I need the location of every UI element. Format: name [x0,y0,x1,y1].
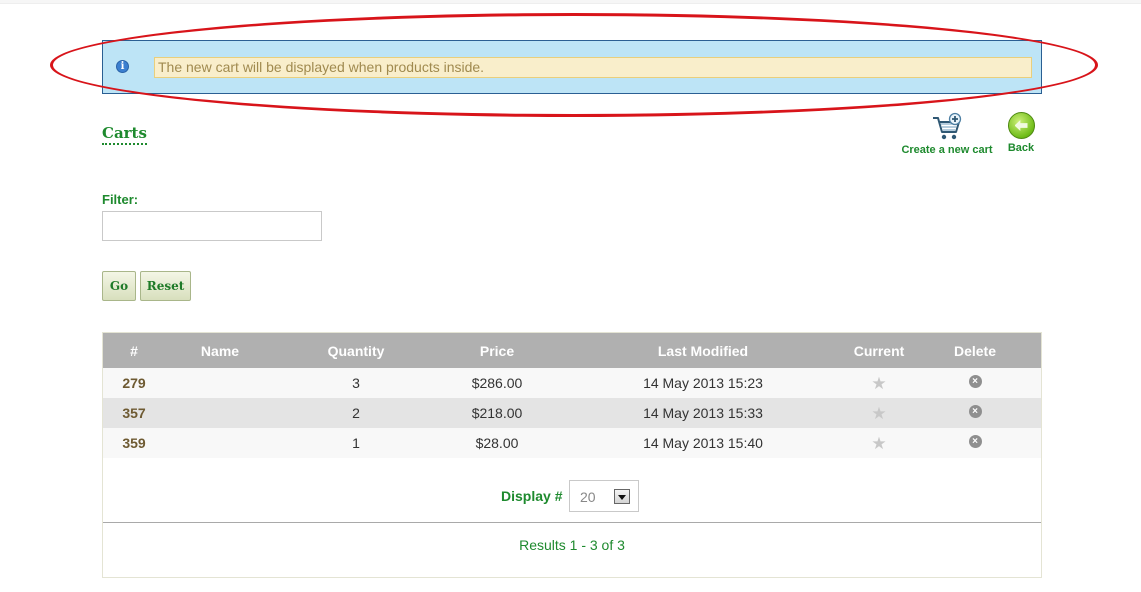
column-header-last-modified[interactable]: Last Modified [557,333,849,368]
table-row[interactable]: 279 3 $286.00 14 May 2013 15:23 ★ × [103,368,1041,398]
delete-cell: × [909,428,1041,458]
chevron-down-icon[interactable] [614,489,630,504]
cart-last-modified: 14 May 2013 15:40 [557,428,849,458]
column-header-delete: Delete [909,333,1041,368]
filter-input[interactable] [102,211,322,241]
cart-quantity: 1 [275,428,437,458]
delete-cell: × [909,368,1041,398]
column-header-id[interactable]: # [103,333,165,368]
delete-cell: × [909,398,1041,428]
reset-button[interactable]: Reset [140,271,191,301]
table-row[interactable]: 357 2 $218.00 14 May 2013 15:33 ★ × [103,398,1041,428]
carts-table-panel: # Name Quantity Price Last Modified Curr… [102,332,1042,578]
cart-quantity: 3 [275,368,437,398]
create-cart-label: Create a new cart [901,144,993,156]
display-count-select[interactable]: 20 [569,480,639,512]
cart-name [165,368,275,398]
display-count-value: 20 [580,489,596,505]
cart-last-modified: 14 May 2013 15:23 [557,368,849,398]
set-current-cell: ★ [849,368,909,398]
delete-icon[interactable]: × [968,374,982,388]
column-header-name[interactable]: Name [165,333,275,368]
cart-price: $286.00 [437,368,557,398]
cart-quantity: 2 [275,398,437,428]
info-message-text: The new cart will be displayed when prod… [154,57,1032,78]
cart-id[interactable]: 357 [103,398,165,428]
cart-name [165,398,275,428]
star-icon[interactable]: ★ [871,434,886,453]
star-icon[interactable]: ★ [871,404,886,423]
display-count-label: Display # [501,488,563,504]
info-message-bar: i The new cart will be displayed when pr… [102,40,1042,94]
column-header-current: Current [849,333,909,368]
cart-last-modified: 14 May 2013 15:33 [557,398,849,428]
carts-table: # Name Quantity Price Last Modified Curr… [103,333,1041,458]
table-row[interactable]: 359 1 $28.00 14 May 2013 15:40 ★ × [103,428,1041,458]
cart-price: $28.00 [437,428,557,458]
info-icon: i [116,60,129,73]
column-header-quantity[interactable]: Quantity [275,333,437,368]
back-button[interactable]: Back [1004,112,1038,154]
page-title: Carts [102,124,147,145]
results-count: Results 1 - 3 of 3 [519,537,625,553]
cart-name [165,428,275,458]
cart-id[interactable]: 359 [103,428,165,458]
star-icon[interactable]: ★ [871,374,886,393]
delete-icon[interactable]: × [968,404,982,418]
column-header-price[interactable]: Price [437,333,557,368]
back-label: Back [1007,142,1035,154]
go-button[interactable]: Go [102,271,136,301]
cart-price: $218.00 [437,398,557,428]
back-arrow-icon [1007,112,1035,139]
set-current-cell: ★ [849,398,909,428]
set-current-cell: ★ [849,428,909,458]
table-header-row: # Name Quantity Price Last Modified Curr… [103,333,1041,368]
top-strip [0,0,1141,4]
delete-icon[interactable]: × [968,434,982,448]
cart-id[interactable]: 279 [103,368,165,398]
create-cart-button[interactable]: Create a new cart [897,112,997,156]
cart-add-icon [930,112,964,142]
filter-label: Filter: [102,192,139,207]
